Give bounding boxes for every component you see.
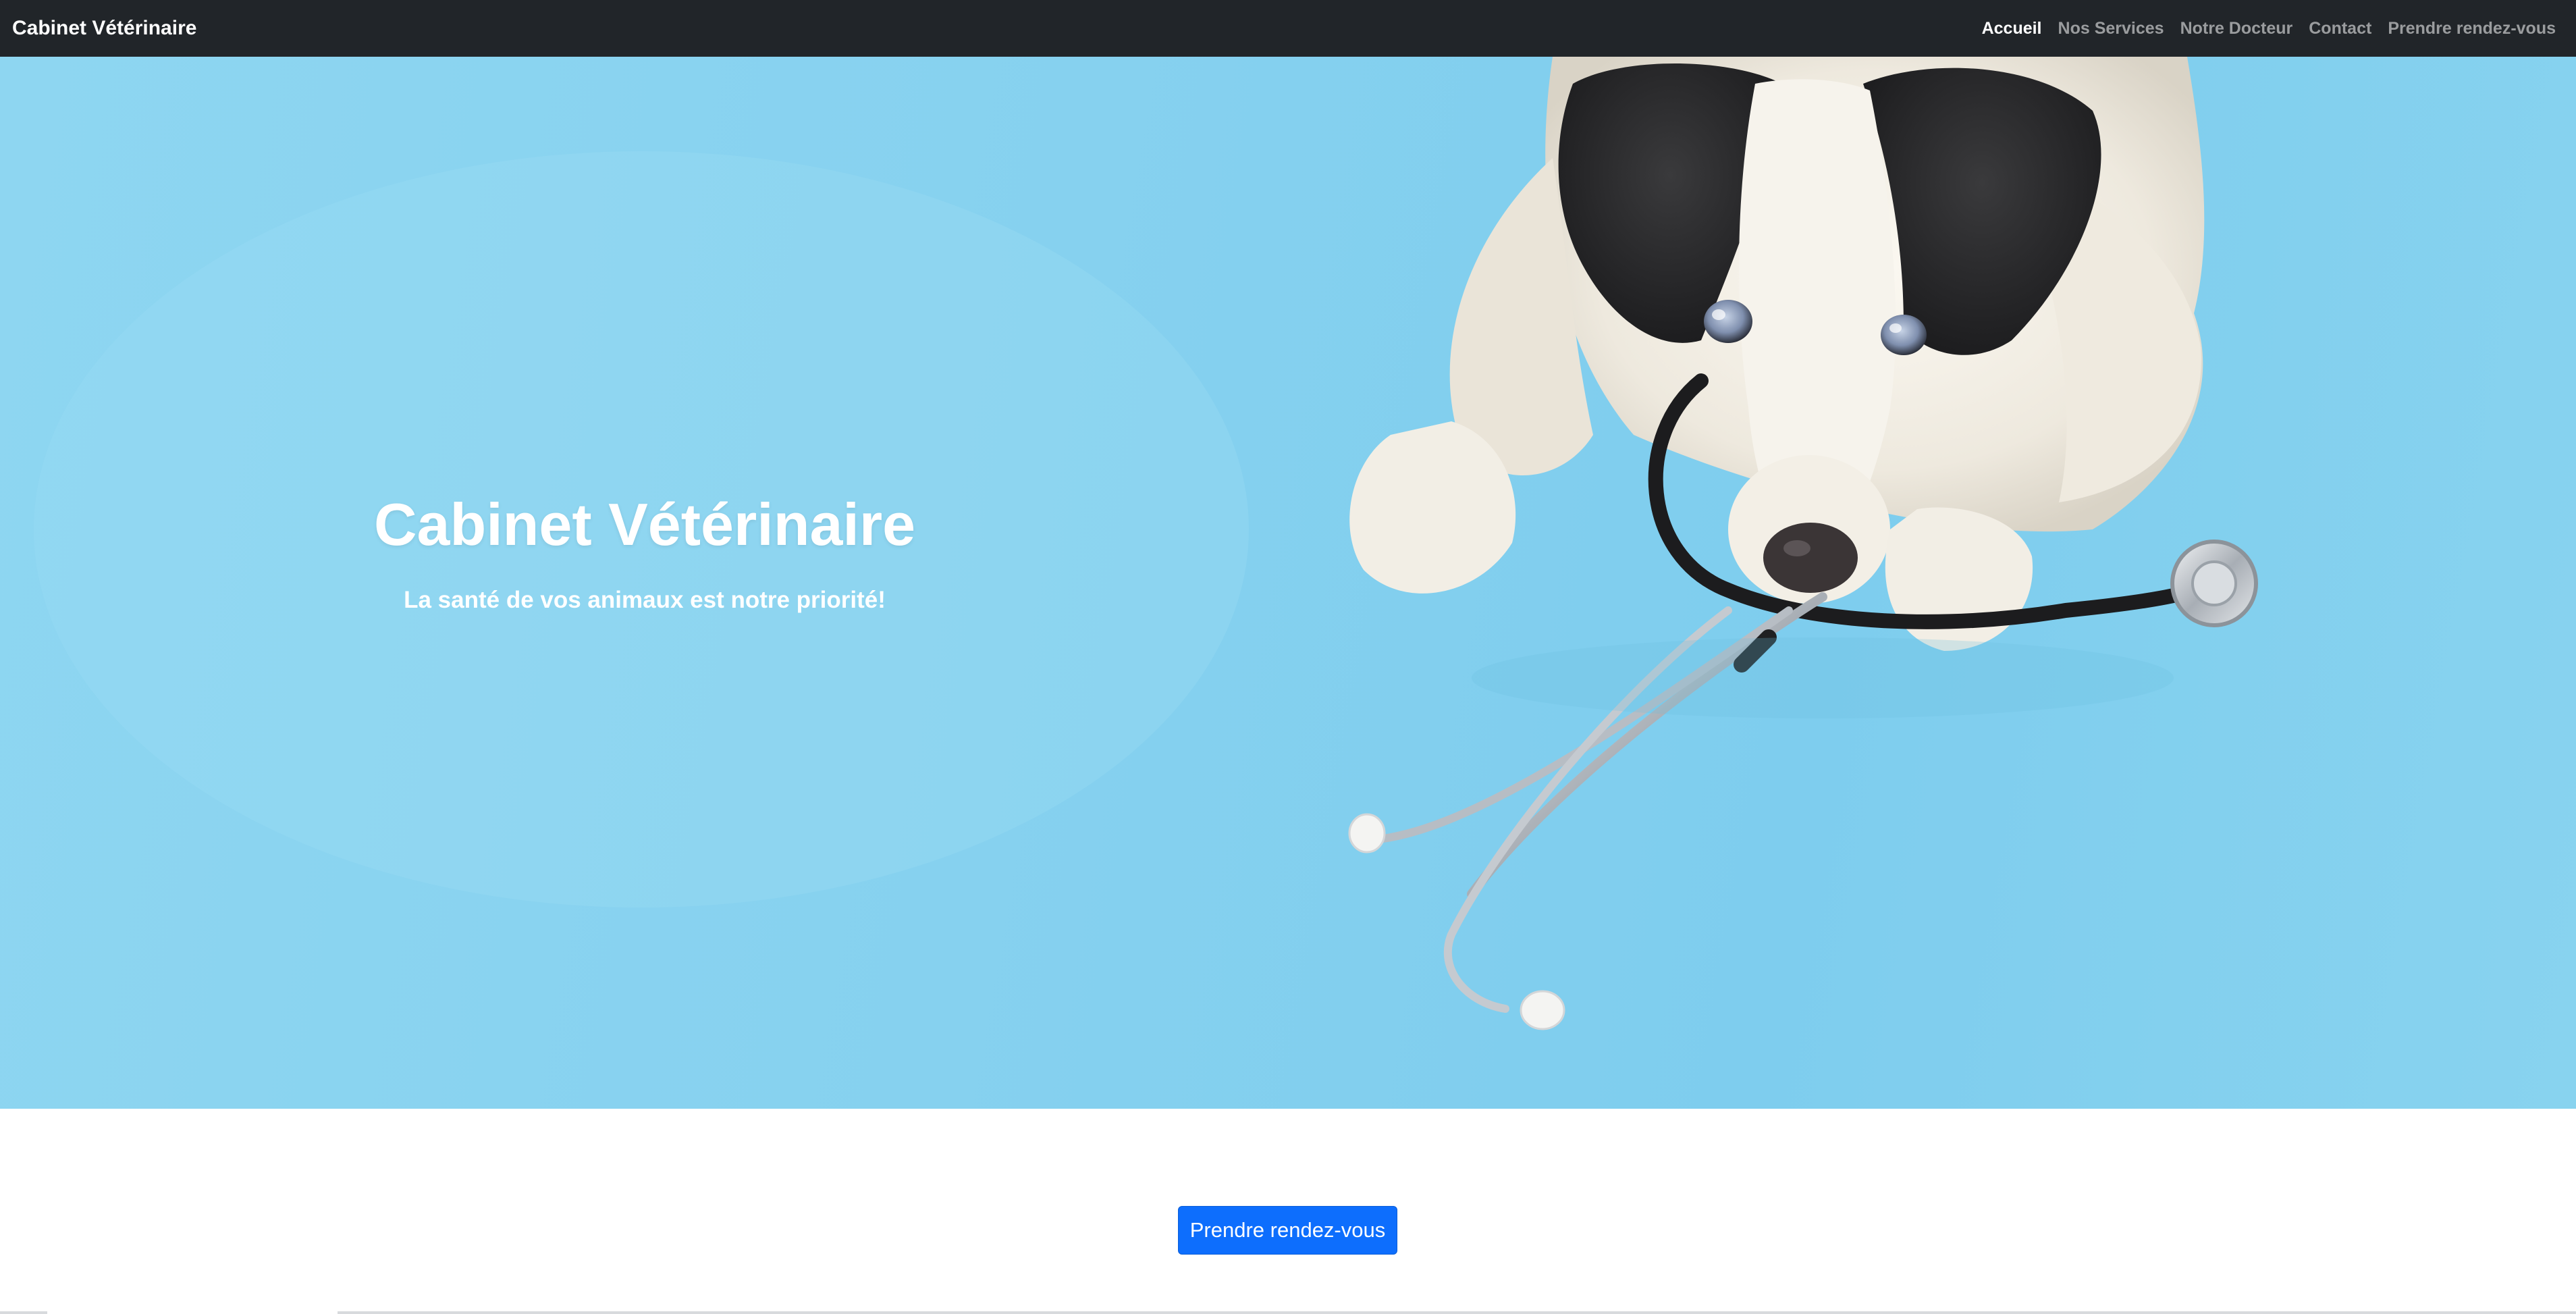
top-navbar: Cabinet Vétérinaire Accueil Nos Services… (0, 0, 2576, 57)
section-divider (0, 1311, 2576, 1314)
nav-link-rendez-vous[interactable]: Prendre rendez-vous (2388, 19, 2556, 38)
navbar-brand[interactable]: Cabinet Vétérinaire (12, 17, 196, 40)
prendre-rendez-vous-button[interactable]: Prendre rendez-vous (1178, 1206, 1397, 1255)
divider-segment (47, 1311, 338, 1314)
nav-link-accueil[interactable]: Accueil (1982, 19, 2042, 38)
nav-link-docteur[interactable]: Notre Docteur (2180, 19, 2293, 38)
hero-section: Cabinet Vétérinaire La santé de vos anim… (0, 57, 2576, 1109)
nav-link-contact[interactable]: Contact (2309, 19, 2371, 38)
nav-links: Accueil Nos Services Notre Docteur Conta… (1982, 19, 2564, 38)
hero-title: Cabinet Vétérinaire (373, 491, 916, 558)
hero-text: Cabinet Vétérinaire La santé de vos anim… (263, 489, 1026, 615)
cta-section: Prendre rendez-vous (0, 1109, 2576, 1314)
hero-subtitle: La santé de vos animaux est notre priori… (404, 586, 886, 613)
nav-link-services[interactable]: Nos Services (2058, 19, 2164, 38)
